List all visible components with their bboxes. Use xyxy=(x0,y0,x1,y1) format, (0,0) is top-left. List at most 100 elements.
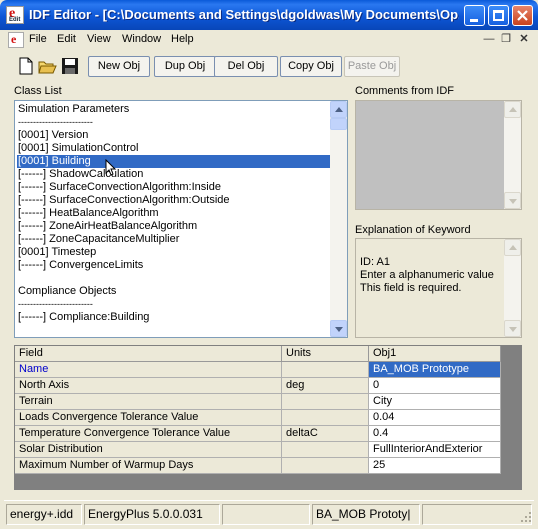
list-item[interactable]: [0001] SimulationControl xyxy=(18,142,138,155)
comments-scrollbar[interactable] xyxy=(504,101,521,209)
arrow-up-icon xyxy=(509,245,517,250)
child-close-button[interactable]: ✕ xyxy=(517,33,531,46)
resize-grip-icon[interactable] xyxy=(520,511,532,523)
grid-unit-cell xyxy=(282,394,369,410)
list-item[interactable]: [------] SurfaceConvectionAlgorithm:Outs… xyxy=(18,194,230,207)
new-file-icon[interactable] xyxy=(16,56,36,76)
copy-obj-button[interactable]: Copy Obj xyxy=(280,56,342,77)
scroll-up-button[interactable] xyxy=(330,101,347,118)
scroll-up-button[interactable] xyxy=(504,101,521,118)
document-icon[interactable]: e xyxy=(8,32,24,48)
close-icon xyxy=(517,10,528,21)
close-button[interactable] xyxy=(512,5,533,26)
grid-value-cell-selected[interactable]: BA_MOB Prototype xyxy=(369,362,501,378)
grid-field-name[interactable]: Name xyxy=(15,362,282,378)
arrow-up-icon xyxy=(509,107,517,112)
scroll-down-button[interactable] xyxy=(504,192,521,209)
list-item[interactable]: [------] Compliance:Building xyxy=(18,311,149,324)
grid-unit-cell: deg xyxy=(282,378,369,394)
explanation-line: Enter a alphanumeric value xyxy=(360,269,494,281)
menu-help[interactable]: Help xyxy=(171,33,194,45)
maximize-button[interactable] xyxy=(488,5,509,26)
status-object-name: BA_MOB Prototy| xyxy=(312,504,420,525)
grid-unit-cell xyxy=(282,410,369,426)
status-idd-file: energy+.idd xyxy=(6,504,82,525)
grid-value-cell[interactable]: 0 xyxy=(369,378,501,394)
grid-unit-cell xyxy=(282,458,369,474)
explanation-line: This field is required. xyxy=(360,282,462,294)
arrow-down-icon xyxy=(335,327,343,332)
menu-view[interactable]: View xyxy=(87,33,111,45)
class-list-scrollbar[interactable] xyxy=(330,101,347,337)
grid-header-units[interactable]: Units xyxy=(282,346,369,362)
grid-header-obj1[interactable]: Obj1 xyxy=(369,346,501,362)
list-item[interactable]: Simulation Parameters xyxy=(18,103,129,116)
save-disk-icon[interactable] xyxy=(60,56,80,76)
minimize-button[interactable] xyxy=(464,5,485,26)
list-item[interactable]: Compliance Objects xyxy=(18,285,116,298)
mouse-cursor-icon xyxy=(105,159,117,176)
title-bar[interactable]: e Edit IDF Editor - [C:\Documents and Set… xyxy=(0,0,538,30)
list-item[interactable]: ------------------------- xyxy=(18,298,93,311)
field-grid: Field Units Obj1 Name BA_MOB Prototype N… xyxy=(14,345,522,490)
app-logo-icon[interactable]: e Edit xyxy=(6,6,24,24)
grid-unit-cell xyxy=(282,362,369,378)
status-extra xyxy=(422,504,532,525)
grid-field-name[interactable]: Maximum Number of Warmup Days xyxy=(15,458,282,474)
grid-field-name[interactable]: Temperature Convergence Tolerance Value xyxy=(15,426,282,442)
grid-field-name[interactable]: North Axis xyxy=(15,378,282,394)
grid-header-field[interactable]: Field xyxy=(15,346,282,362)
del-obj-button[interactable]: Del Obj xyxy=(214,56,278,77)
list-item[interactable]: [------] HeatBalanceAlgorithm xyxy=(18,207,159,220)
list-item[interactable]: [------] SurfaceConvectionAlgorithm:Insi… xyxy=(18,181,221,194)
list-item[interactable]: [0001] Version xyxy=(18,129,88,142)
menu-bar: e File Edit View Window Help — ❐ ✕ xyxy=(4,30,534,50)
status-bar: energy+.idd EnergyPlus 5.0.0.031 BA_MOB … xyxy=(4,500,534,525)
menu-file[interactable]: File xyxy=(29,33,47,45)
menu-edit[interactable]: Edit xyxy=(57,33,76,45)
dup-obj-button[interactable]: Dup Obj xyxy=(154,56,216,77)
minimize-icon xyxy=(470,19,478,22)
grid-value-cell[interactable]: 0.4 xyxy=(369,426,501,442)
comments-textarea[interactable] xyxy=(355,100,522,210)
new-obj-button[interactable]: New Obj xyxy=(88,56,150,77)
scroll-down-button[interactable] xyxy=(330,320,347,337)
explanation-label: Explanation of Keyword xyxy=(355,224,471,236)
explanation-box: ID: A1 Enter a alphanumeric value This f… xyxy=(355,238,522,338)
maximize-icon xyxy=(493,10,504,21)
arrow-up-icon xyxy=(335,107,343,112)
window-title: IDF Editor - [C:\Documents and Settings\… xyxy=(29,7,459,22)
class-list[interactable]: Simulation Parameters ------------------… xyxy=(14,100,348,338)
paste-obj-button[interactable]: Paste Obj xyxy=(344,56,400,77)
list-item[interactable]: [------] ConvergenceLimits xyxy=(18,259,143,272)
grid-field-name[interactable]: Terrain xyxy=(15,394,282,410)
list-item[interactable]: [------] ZoneCapacitanceMultiplier xyxy=(18,233,179,246)
grid-field-name[interactable]: Loads Convergence Tolerance Value xyxy=(15,410,282,426)
arrow-down-icon xyxy=(509,199,517,204)
grid-value-cell[interactable]: FullInteriorAndExterior xyxy=(369,442,501,458)
list-item[interactable]: [0001] Timestep xyxy=(18,246,96,259)
list-item-selected[interactable]: [0001] Building xyxy=(17,155,331,168)
scroll-thumb[interactable] xyxy=(330,118,347,130)
grid-field-name[interactable]: Solar Distribution xyxy=(15,442,282,458)
explanation-scrollbar[interactable] xyxy=(504,239,521,337)
menu-window[interactable]: Window xyxy=(122,33,161,45)
grid-value-cell[interactable]: 25 xyxy=(369,458,501,474)
status-version: EnergyPlus 5.0.0.031 xyxy=(84,504,220,525)
child-minimize-button[interactable]: — xyxy=(482,33,496,46)
list-item[interactable]: [------] ShadowCalculation xyxy=(18,168,143,181)
child-restore-button[interactable]: ❐ xyxy=(499,33,513,46)
grid-value-cell[interactable]: 0.04 xyxy=(369,410,501,426)
arrow-down-icon xyxy=(509,327,517,332)
grid-unit-cell xyxy=(282,442,369,458)
scroll-up-button[interactable] xyxy=(504,239,521,256)
grid-value-cell[interactable]: City xyxy=(369,394,501,410)
status-empty xyxy=(222,504,310,525)
grid-unit-cell: deltaC xyxy=(282,426,369,442)
open-folder-icon[interactable] xyxy=(37,56,57,76)
list-item[interactable]: ------------------------- xyxy=(18,116,93,129)
explanation-line: ID: A1 xyxy=(360,256,390,268)
list-item[interactable]: [------] ZoneAirHeatBalanceAlgorithm xyxy=(18,220,197,233)
class-list-label: Class List xyxy=(14,85,62,97)
scroll-down-button[interactable] xyxy=(504,320,521,337)
